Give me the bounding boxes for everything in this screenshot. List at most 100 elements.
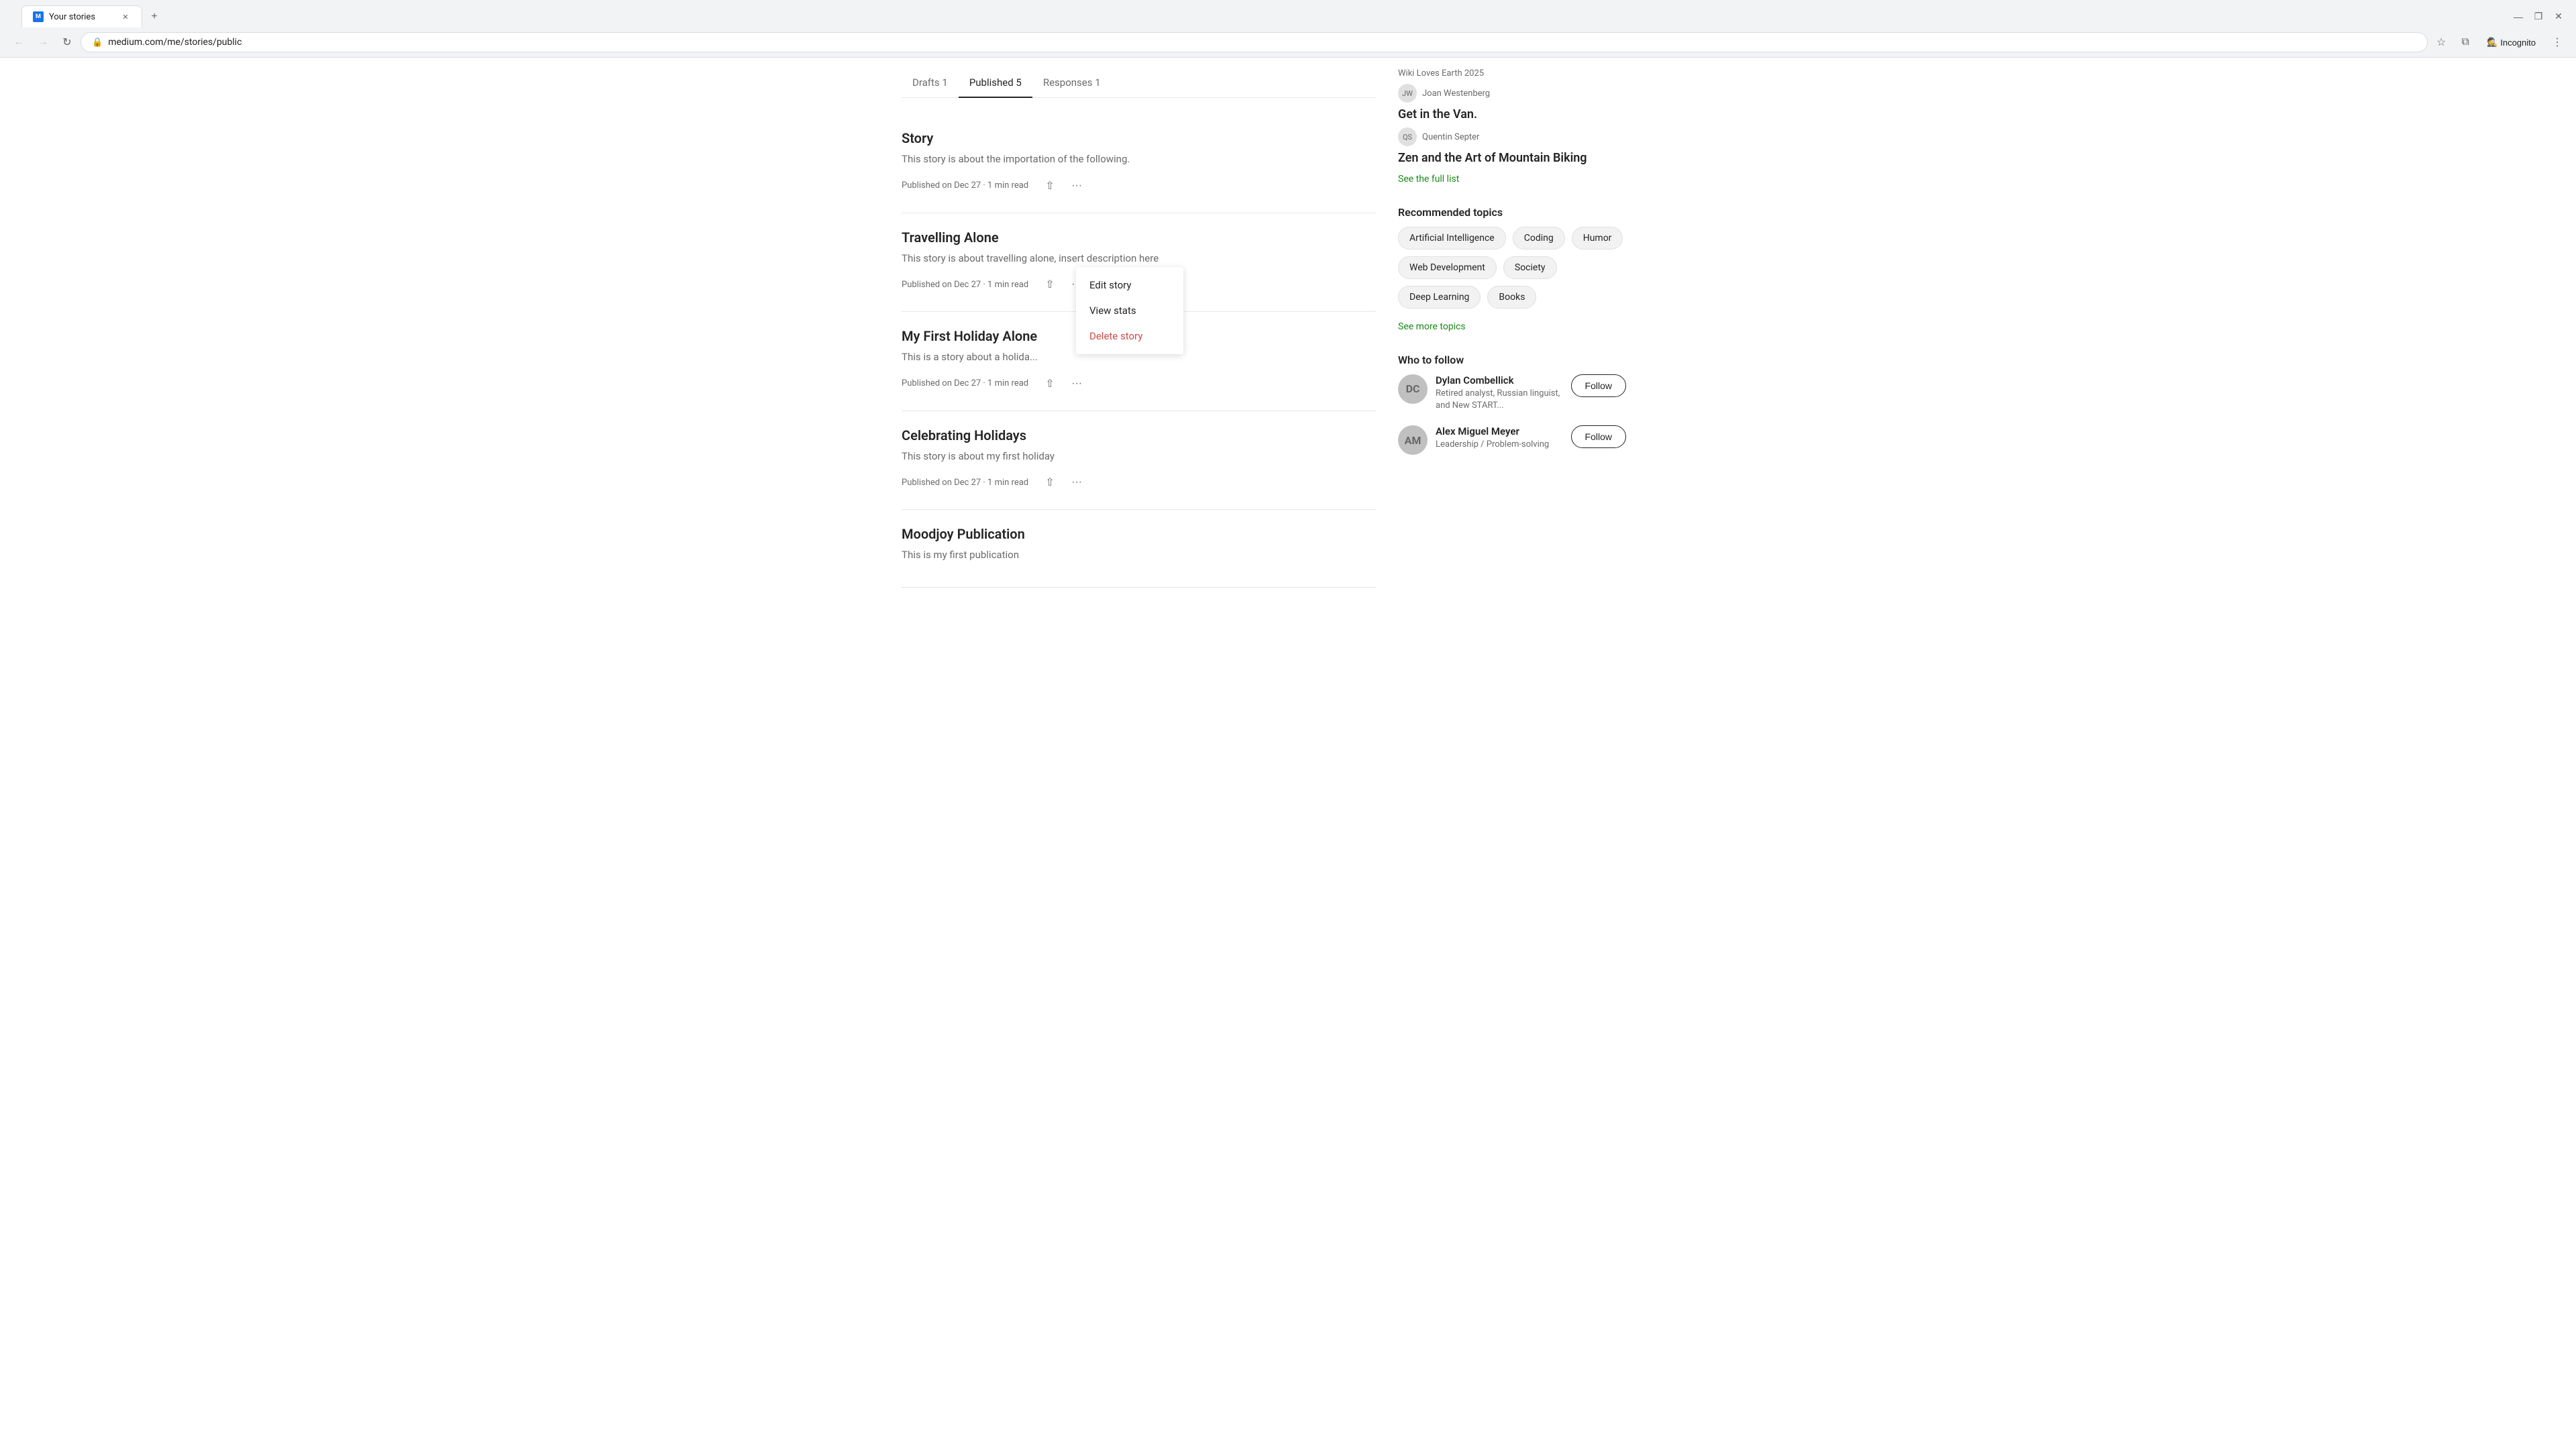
tab-responses[interactable]: Responses 1 bbox=[1032, 68, 1112, 98]
story-meta-holiday: Published on Dec 27 · 1 min read ⇧ ··· bbox=[902, 373, 1377, 394]
story-item-story: Story This story is about the importatio… bbox=[902, 114, 1377, 213]
story-description-celebrating: This story is about my first holiday bbox=[902, 449, 1377, 464]
story-actions-holiday: ⇧ ··· bbox=[1039, 373, 1087, 394]
topic-coding[interactable]: Coding bbox=[1513, 227, 1565, 250]
topic-ai[interactable]: Artificial Intelligence bbox=[1398, 227, 1506, 250]
more-button-holiday[interactable]: ··· bbox=[1066, 373, 1087, 394]
tab-title: Your stories bbox=[49, 12, 115, 22]
browser-titlebar: M Your stories ✕ + — ❐ ✕ bbox=[0, 0, 2576, 28]
edit-story-menu-item[interactable]: Edit story bbox=[1076, 272, 1183, 298]
close-button[interactable]: ✕ bbox=[2549, 7, 2568, 26]
story-description-moodjoy: This is my first publication bbox=[902, 547, 1377, 563]
delete-story-menu-item[interactable]: Delete story bbox=[1076, 323, 1183, 349]
view-stats-menu-item[interactable]: View stats bbox=[1076, 298, 1183, 323]
follow-avatar-dylan: DC bbox=[1398, 374, 1428, 404]
tab-drafts[interactable]: Drafts 1 bbox=[902, 68, 959, 98]
story-description-story: This story is about the importation of t… bbox=[902, 152, 1377, 167]
window-controls: — ❐ ✕ bbox=[2509, 7, 2568, 26]
story-meta-story: Published on Dec 27 · 1 min read ⇧ ··· bbox=[902, 175, 1377, 197]
topic-humor[interactable]: Humor bbox=[1572, 227, 1623, 250]
share-button-holiday[interactable]: ⇧ bbox=[1039, 373, 1061, 394]
story-item-celebrating: Celebrating Holidays This story is about… bbox=[902, 411, 1377, 511]
follow-item-alex: AM Alex Miguel Meyer Leadership / Proble… bbox=[1398, 425, 1626, 455]
wiki-loves-section: Wiki Loves Earth 2025 JW Joan Westenberg… bbox=[1398, 68, 1626, 184]
more-button-story[interactable]: ··· bbox=[1066, 175, 1087, 197]
follow-name-alex: Alex Miguel Meyer bbox=[1436, 425, 1563, 437]
featured-author-row: JW Joan Westenberg bbox=[1398, 84, 1626, 103]
profile-button[interactable]: 🕵 Incognito bbox=[2479, 34, 2544, 50]
minimize-button[interactable]: — bbox=[2509, 7, 2528, 26]
browser-toolbar: ← → ↻ 🔒 medium.com/me/stories/public ☆ ⧉… bbox=[0, 28, 2576, 57]
wiki-loves-title: Wiki Loves Earth 2025 bbox=[1398, 68, 1626, 78]
page-container: Drafts 1 Published 5 Responses 1 Story T… bbox=[885, 58, 1690, 588]
story-item-moodjoy: Moodjoy Publication This is my first pub… bbox=[902, 510, 1377, 588]
story-date-holiday: Published on Dec 27 · 1 min read bbox=[902, 378, 1028, 388]
recommended-story-title: Zen and the Art of Mountain Biking bbox=[1398, 150, 1626, 166]
who-to-follow-title: Who to follow bbox=[1398, 354, 1626, 366]
story-item-travelling-alone: Travelling Alone This story is about tra… bbox=[902, 213, 1377, 313]
browser-chrome: M Your stories ✕ + — ❐ ✕ ← → ↻ 🔒 medium.… bbox=[0, 0, 2576, 58]
follow-button-dylan[interactable]: Follow bbox=[1571, 374, 1626, 397]
story-date-story: Published on Dec 27 · 1 min read bbox=[902, 180, 1028, 191]
tab-published[interactable]: Published 5 bbox=[959, 68, 1032, 98]
story-date-travelling-alone: Published on Dec 27 · 1 min read bbox=[902, 280, 1028, 290]
follow-name-dylan: Dylan Combellick bbox=[1436, 374, 1563, 386]
story-date-celebrating: Published on Dec 27 · 1 min read bbox=[902, 478, 1028, 488]
see-full-list-link[interactable]: See the full list bbox=[1398, 174, 1459, 184]
toolbar-right-buttons: ☆ ⧉ 🕵 Incognito ⋮ bbox=[2430, 32, 2568, 53]
see-more-topics-link[interactable]: See more topics bbox=[1398, 321, 1466, 332]
recommended-topics-section: Recommended topics Artificial Intelligen… bbox=[1398, 206, 1626, 332]
new-tab-button[interactable]: + bbox=[145, 7, 164, 26]
story-title-story: Story bbox=[902, 130, 1377, 146]
reload-button[interactable]: ↻ bbox=[56, 32, 78, 53]
incognito-icon: 🕵 bbox=[2487, 37, 2498, 48]
lock-icon: 🔒 bbox=[92, 38, 103, 48]
share-button-story[interactable]: ⇧ bbox=[1039, 175, 1061, 197]
story-meta-celebrating: Published on Dec 27 · 1 min read ⇧ ··· bbox=[902, 472, 1377, 493]
side-panel-button[interactable]: ⧉ bbox=[2455, 32, 2476, 53]
follow-button-alex[interactable]: Follow bbox=[1571, 425, 1626, 448]
topic-society[interactable]: Society bbox=[1503, 256, 1557, 279]
back-button[interactable]: ← bbox=[8, 32, 30, 53]
forward-button[interactable]: → bbox=[32, 32, 54, 53]
featured-author-name: Joan Westenberg bbox=[1422, 89, 1490, 99]
story-title-celebrating: Celebrating Holidays bbox=[902, 427, 1377, 443]
maximize-button[interactable]: ❐ bbox=[2529, 7, 2548, 26]
url-text: medium.com/me/stories/public bbox=[108, 37, 2416, 48]
recommended-author-name: Quentin Septer bbox=[1422, 132, 1479, 142]
topics-grid: Artificial Intelligence Coding Humor Web… bbox=[1398, 227, 1626, 309]
sidebar: Wiki Loves Earth 2025 JW Joan Westenberg… bbox=[1398, 58, 1626, 588]
featured-author-avatar: JW bbox=[1398, 84, 1417, 103]
more-button-celebrating[interactable]: ··· bbox=[1066, 472, 1087, 493]
follow-bio-alex: Leadership / Problem-solving bbox=[1436, 439, 1563, 451]
tabs-bar: M Your stories ✕ + bbox=[13, 5, 172, 28]
featured-story-title: Get in the Van. bbox=[1398, 107, 1626, 122]
story-dropdown-menu: Edit story View stats Delete story bbox=[1076, 267, 1183, 354]
main-content: Drafts 1 Published 5 Responses 1 Story T… bbox=[902, 58, 1398, 588]
recommended-author-avatar: QS bbox=[1398, 127, 1417, 146]
active-tab[interactable]: M Your stories ✕ bbox=[21, 5, 142, 28]
address-bar[interactable]: 🔒 medium.com/me/stories/public bbox=[80, 32, 2428, 52]
recommended-topics-title: Recommended topics bbox=[1398, 206, 1626, 219]
menu-button[interactable]: ⋮ bbox=[2546, 32, 2568, 53]
story-title-moodjoy: Moodjoy Publication bbox=[902, 526, 1377, 542]
follow-item-dylan: DC Dylan Combellick Retired analyst, Rus… bbox=[1398, 374, 1626, 412]
tab-close-button[interactable]: ✕ bbox=[120, 11, 131, 22]
story-title-travelling-alone: Travelling Alone bbox=[902, 229, 1377, 246]
follow-bio-dylan: Retired analyst, Russian linguist, and N… bbox=[1436, 388, 1563, 412]
profile-label: Incognito bbox=[2500, 38, 2536, 48]
topic-deeplearning[interactable]: Deep Learning bbox=[1398, 286, 1481, 309]
story-actions-celebrating: ⇧ ··· bbox=[1039, 472, 1087, 493]
topic-webdev[interactable]: Web Development bbox=[1398, 256, 1497, 279]
follow-avatar-alex: AM bbox=[1398, 425, 1428, 455]
story-tabs: Drafts 1 Published 5 Responses 1 bbox=[902, 58, 1377, 98]
bookmark-button[interactable]: ☆ bbox=[2430, 32, 2452, 53]
follow-info-dylan: Dylan Combellick Retired analyst, Russia… bbox=[1436, 374, 1563, 412]
recommended-author-row: QS Quentin Septer bbox=[1398, 127, 1626, 146]
story-actions-story: ⇧ ··· bbox=[1039, 175, 1087, 197]
share-button-celebrating[interactable]: ⇧ bbox=[1039, 472, 1061, 493]
tab-favicon: M bbox=[33, 11, 44, 22]
follow-info-alex: Alex Miguel Meyer Leadership / Problem-s… bbox=[1436, 425, 1563, 451]
share-button-travelling-alone[interactable]: ⇧ bbox=[1039, 274, 1061, 295]
topic-books[interactable]: Books bbox=[1487, 286, 1536, 309]
